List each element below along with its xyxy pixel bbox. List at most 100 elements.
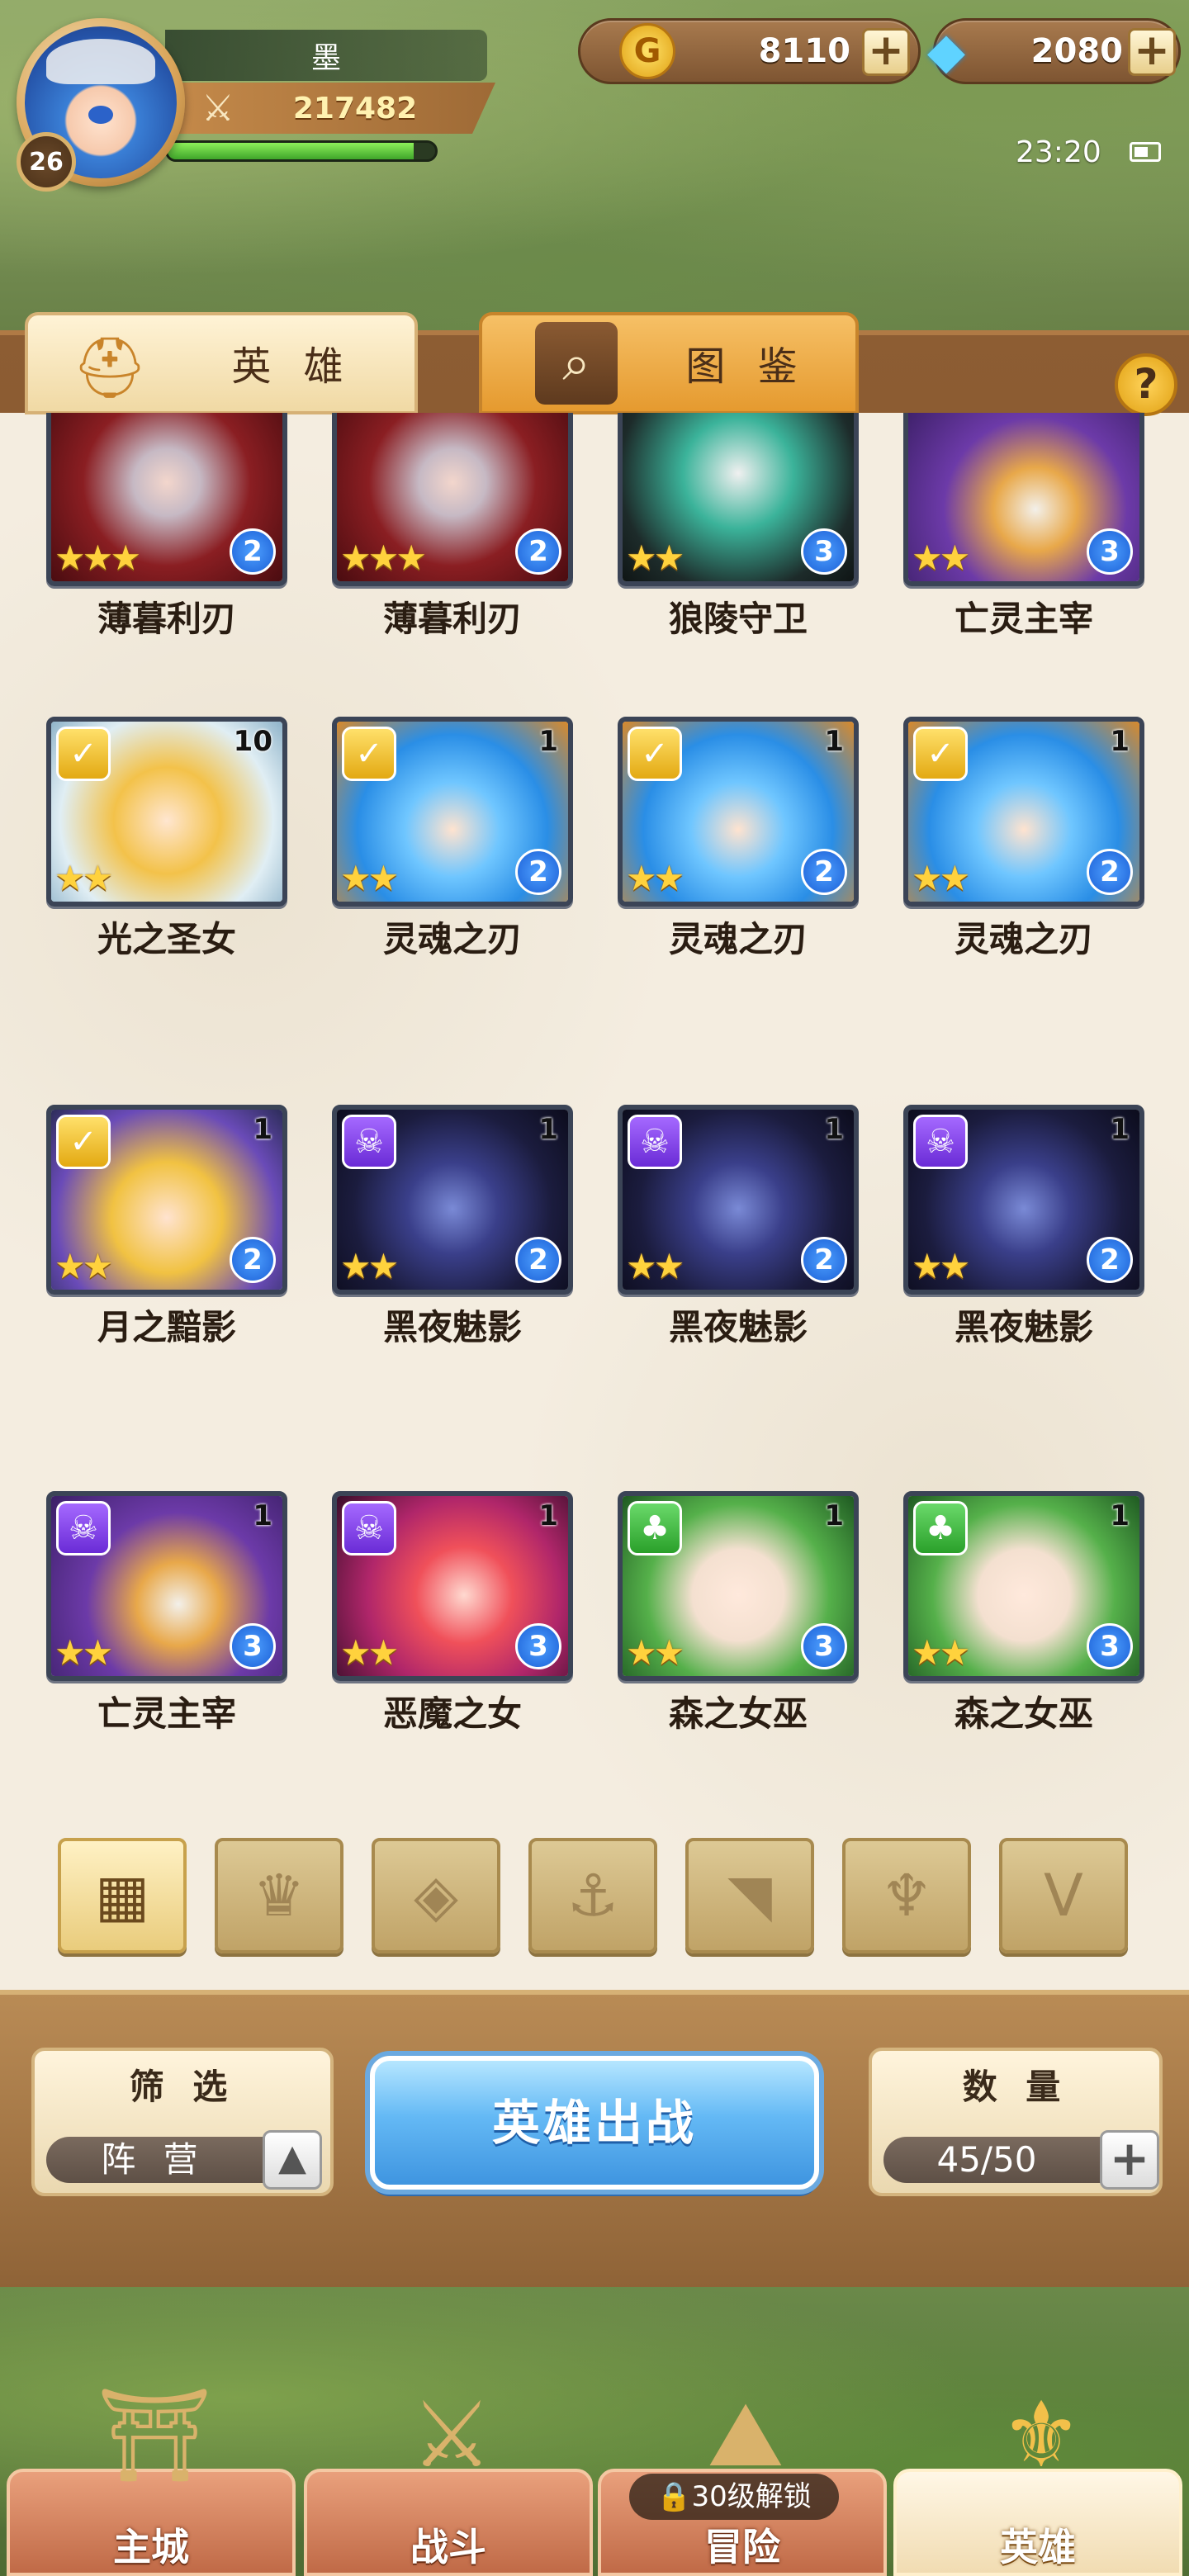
clock: 23:20 [1016, 135, 1101, 169]
light-faction-filter-icon[interactable]: ♛ [215, 1838, 343, 1953]
nav-item[interactable]: ⚔ 战斗 [304, 2382, 593, 2576]
hero-portrait-frame: ☠ 1 ★ ★ 2 [332, 1105, 573, 1295]
diamond-faction-filter-icon[interactable]: ◈ [372, 1838, 500, 1953]
hero-level-badge: 3 [1087, 528, 1133, 575]
star-icon: ★ [939, 1246, 971, 1286]
hero-card[interactable]: ✓ 1 ★ ★ 2 灵魂之刃 [903, 717, 1148, 964]
add-coin-button[interactable]: + [862, 28, 910, 76]
hero-level-badge: 2 [1087, 1237, 1133, 1283]
star-icon: ★ [82, 858, 114, 898]
hero-card[interactable]: ✓ 1 ★ ★ 2 灵魂之刃 [332, 717, 576, 964]
hero-star-rating: ★ ★ [626, 1248, 685, 1285]
star-icon: ★ [110, 537, 141, 578]
hero-level-badge: 3 [1087, 1623, 1133, 1669]
hero-level-badge: 2 [230, 1237, 276, 1283]
beast-faction-filter-icon[interactable]: ◥ [685, 1838, 814, 1953]
hero-level-badge: 3 [801, 1623, 847, 1669]
hero-card[interactable]: ☠ 1 ★ ★ 2 黑夜魅影 [903, 1105, 1148, 1352]
hero-card[interactable]: ♣ 1 ★ ★ 3 森之女巫 [903, 1491, 1148, 1739]
hero-portrait-frame: ★ ★ ★ 2 [332, 413, 573, 586]
star-icon: ★ [626, 1632, 657, 1673]
tab-codex-label: 图 鉴 [685, 343, 808, 390]
star-icon: ★ [653, 858, 685, 898]
expand-capacity-button[interactable]: + [1100, 2130, 1159, 2190]
hero-name: 月之黯影 [97, 1307, 236, 1347]
chevron-faction-filter-icon[interactable]: V [999, 1838, 1128, 1953]
hero-helmet-icon: ⚜ [1000, 2382, 1082, 2488]
hero-card[interactable]: ★ ★ 3 亡灵主宰 [903, 413, 1148, 644]
all-filter-icon[interactable]: ▦ [58, 1838, 187, 1953]
hero-level-badge: 2 [1087, 849, 1133, 895]
hero-card[interactable]: ✓ 10 ★ ★ 光之圣女 [46, 717, 291, 964]
star-icon: ★ [340, 537, 372, 578]
hero-portrait-frame: ★ ★ 3 [618, 413, 859, 586]
unlock-level-tag: 🔒30级解锁 [629, 2474, 839, 2520]
exp-bar-fill [168, 143, 414, 159]
hero-card[interactable]: ✓ 1 ★ ★ 2 灵魂之刃 [618, 717, 862, 964]
star-icon: ★ [367, 1246, 400, 1286]
hero-card[interactable]: ☠ 1 ★ ★ 3 亡灵主宰 [46, 1491, 291, 1739]
help-button[interactable]: ? [1115, 353, 1177, 416]
light-faction-icon: ✓ [342, 727, 396, 781]
hero-card[interactable]: ☠ 1 ★ ★ 3 恶魔之女 [332, 1491, 576, 1739]
hero-name: 狼陵守卫 [668, 599, 808, 639]
hero-card[interactable]: ☠ 1 ★ ★ 2 黑夜魅影 [618, 1105, 862, 1352]
star-icon: ★ [396, 537, 427, 578]
hero-name: 黑夜魅影 [382, 1307, 522, 1347]
hero-card[interactable]: ♣ 1 ★ ★ 3 森之女巫 [618, 1491, 862, 1739]
hero-level-badge: 2 [801, 849, 847, 895]
star-icon: ★ [54, 1632, 86, 1673]
star-icon: ★ [82, 1632, 114, 1673]
tab-codex[interactable]: ⌕ 图 鉴 [479, 312, 859, 414]
tab-heroes[interactable]: ⛑ 英 雄 [25, 312, 418, 414]
hero-portrait-frame: ★ ★ ★ 2 [46, 413, 287, 586]
star-icon: ★ [367, 537, 400, 578]
star-icon: ★ [653, 1632, 685, 1673]
hero-name: 森之女巫 [668, 1693, 808, 1734]
hero-star-rating: ★ ★ [912, 858, 970, 898]
star-icon: ★ [626, 858, 657, 898]
light-faction-icon: ✓ [628, 727, 682, 781]
star-icon: ★ [367, 1632, 400, 1673]
hero-card[interactable]: ★ ★ 3 狼陵守卫 [618, 413, 862, 644]
filter-toggle-button[interactable]: ▲ [263, 2130, 322, 2190]
nature-faction-icon: ♣ [628, 1501, 682, 1556]
count-title: 数 量 [962, 2067, 1069, 2107]
deploy-heroes-button[interactable]: 英雄出战 [370, 2056, 819, 2190]
hero-shard-count: 1 [824, 1499, 844, 1532]
anchor-faction-filter-icon[interactable]: ⚓ [528, 1838, 657, 1953]
nav-label: 冒险 [704, 2525, 780, 2569]
hero-shard-count: 1 [824, 1113, 844, 1146]
hero-name: 灵魂之刃 [668, 919, 808, 959]
hero-card[interactable]: ★ ★ ★ 2 薄暮利刃 [332, 413, 576, 644]
hero-shard-count: 1 [1110, 725, 1130, 758]
nav-item[interactable]: ⚜ 英雄 [893, 2382, 1182, 2576]
add-gem-button[interactable]: + [1128, 28, 1176, 76]
hero-name: 薄暮利刃 [382, 599, 522, 639]
dark-faction-icon: ☠ [913, 1115, 968, 1169]
hero-shard-count: 1 [538, 1113, 558, 1146]
hero-star-rating: ★ ★ [912, 540, 970, 576]
star-icon: ★ [54, 1246, 86, 1286]
nav-item[interactable]: ⛩ 主城 [7, 2382, 296, 2576]
light-faction-icon: ✓ [56, 727, 111, 781]
hero-portrait-frame: ✓ 1 ★ ★ 2 [903, 717, 1144, 907]
hero-shard-count: 1 [538, 1499, 558, 1532]
hero-card[interactable]: ☠ 1 ★ ★ 2 黑夜魅影 [332, 1105, 576, 1352]
hero-card[interactable]: ✓ 1 ★ ★ 2 月之黯影 [46, 1105, 291, 1352]
dark-faction-icon: ☠ [56, 1501, 111, 1556]
hero-star-rating: ★ ★ [340, 1635, 399, 1671]
star-icon: ★ [82, 537, 114, 578]
filter-box: 筛 选 阵 营 ▲ [31, 2048, 334, 2196]
combat-power: 217482 [292, 92, 418, 125]
tab-heroes-label: 英 雄 [231, 343, 353, 390]
dark-faction-filter-icon[interactable]: ♆ [842, 1838, 971, 1953]
hero-level-badge: 2 [515, 849, 561, 895]
star-icon: ★ [912, 858, 943, 898]
hero-name: 光之圣女 [97, 919, 236, 959]
hero-name: 恶魔之女 [382, 1693, 522, 1734]
nav-label: 英雄 [1000, 2525, 1076, 2569]
knight-helmet-icon: ⛑ [72, 332, 148, 402]
hero-card[interactable]: ★ ★ ★ 2 薄暮利刃 [46, 413, 291, 644]
coin-amount: 8110 [758, 32, 850, 70]
